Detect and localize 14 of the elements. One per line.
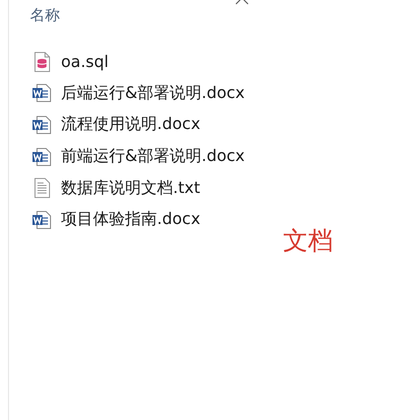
file-name[interactable]: 项目体验指南.docx [61,209,200,230]
word-document-icon [32,146,52,167]
file-name[interactable]: 前端运行&部署说明.docx [61,146,245,168]
word-document-icon [32,83,52,104]
word-document-icon [32,114,52,135]
text-file-icon [34,178,50,198]
file-name[interactable]: oa.sql [61,52,109,72]
word-document-icon [32,210,52,230]
file-name[interactable]: 后端运行&部署说明.docx [61,82,245,104]
annotation-label: 文档 [283,225,333,257]
column-header[interactable]: 名称 [30,6,60,24]
file-name[interactable]: 流程使用说明.docx [61,114,200,136]
database-file-icon [34,52,50,72]
file-name[interactable]: 数据库说明文档.txt [61,178,200,199]
